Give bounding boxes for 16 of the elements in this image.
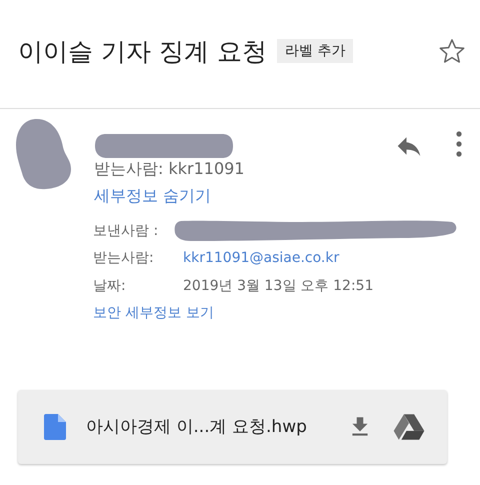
- email-subject: 이이슬 기자 징계 요청: [18, 36, 267, 68]
- star-icon[interactable]: [438, 37, 466, 65]
- detail-label: 날짜:: [93, 276, 127, 295]
- detail-label: 받는사람:: [93, 249, 155, 268]
- more-options-icon[interactable]: [456, 131, 462, 157]
- hide-details-link[interactable]: 세부정보 숨기기: [94, 186, 212, 207]
- recipient-summary: 받는사람: kkr11091: [94, 159, 244, 180]
- document-icon: [44, 414, 66, 440]
- date-value: 2019년 3월 13일 오후 12:51: [183, 276, 374, 295]
- attachment-filename: 아시아경제 이...계 요청.hwp: [86, 416, 308, 438]
- drive-icon[interactable]: [393, 412, 425, 440]
- detail-label: 보낸사람 :: [93, 222, 160, 240]
- recipient-email-link[interactable]: kkr11091@asiae.co.kr: [183, 250, 340, 266]
- add-label-button[interactable]: 라벨 추가: [276, 39, 354, 63]
- security-details-link[interactable]: 보안 세부정보 보기: [93, 304, 214, 322]
- attachment-card[interactable]: 아시아경제 이...계 요청.hwp: [18, 390, 447, 464]
